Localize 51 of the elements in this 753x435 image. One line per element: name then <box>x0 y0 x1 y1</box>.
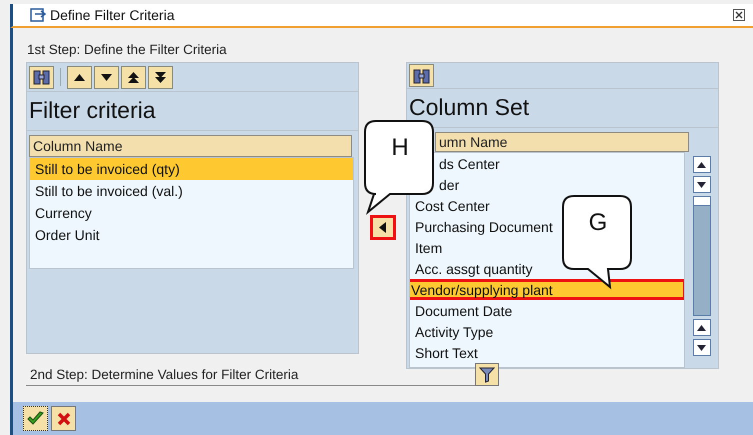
list-row[interactable]: der <box>434 174 464 195</box>
find-button[interactable] <box>29 66 54 88</box>
close-icon[interactable] <box>733 9 745 21</box>
scroll-up-icon <box>697 162 706 168</box>
cancel-button[interactable] <box>51 406 76 431</box>
scroll-up-button[interactable] <box>692 319 710 336</box>
step-label: 2nd Step: Determine Values for Filter Criteria <box>26 367 475 386</box>
list-row[interactable]: Activity Type <box>410 321 498 342</box>
binoculars-icon <box>33 69 50 85</box>
list-row[interactable]: Vendor/supplying plant <box>410 279 684 300</box>
callout-label: G <box>588 209 608 237</box>
scroll-up-button[interactable] <box>692 156 710 173</box>
column-header[interactable]: Column Name <box>29 135 352 157</box>
list-row[interactable]: Still to be invoiced (val.) <box>30 180 188 202</box>
find-button[interactable] <box>409 64 434 88</box>
list-row[interactable]: Purchasing Document <box>410 216 558 237</box>
move-up-button[interactable] <box>67 66 92 88</box>
confirm-button[interactable] <box>23 406 48 431</box>
checkmark-icon <box>27 411 44 426</box>
move-bottom-button[interactable] <box>148 66 173 88</box>
double-down-arrow-icon <box>154 70 167 84</box>
filter-button[interactable] <box>475 363 499 386</box>
scroll-down-button[interactable] <box>692 339 710 356</box>
double-up-arrow-icon <box>127 70 140 84</box>
close-icon <box>56 412 70 426</box>
scrollbar-track[interactable] <box>692 196 710 316</box>
move-top-button[interactable] <box>121 66 146 88</box>
list-row[interactable]: Acc. assgt quantity <box>410 258 538 279</box>
list-row[interactable]: Cost Center <box>410 195 495 216</box>
window-icon <box>30 8 46 22</box>
scroll-down-icon <box>697 344 706 350</box>
scrollbar-thumb[interactable] <box>694 197 710 206</box>
list-row[interactable]: Still to be invoiced (qty) <box>30 158 353 180</box>
binoculars-icon <box>413 68 430 84</box>
scroll-up-icon <box>697 324 706 330</box>
scroll-down-button[interactable] <box>692 176 710 193</box>
column-header[interactable]: umn Name <box>435 132 689 152</box>
move-down-button[interactable] <box>94 66 119 88</box>
list-row[interactable]: Order Unit <box>30 224 105 246</box>
move-left-button[interactable] <box>370 215 396 240</box>
list-row[interactable]: Document Date <box>410 300 518 321</box>
list-row[interactable]: Item <box>410 237 448 258</box>
list-row[interactable]: Currency <box>30 202 97 224</box>
window-title: Define Filter Criteria <box>50 7 176 23</box>
list-row[interactable]: ds Center <box>434 153 505 174</box>
scroll-down-icon <box>697 182 706 188</box>
callout-label: H <box>390 134 410 162</box>
step-label: 1st Step: Define the Filter Criteria <box>26 41 228 59</box>
left-arrow-icon <box>379 222 386 233</box>
list-row[interactable]: Short Text <box>410 342 483 363</box>
panel-title: Filter criteria <box>27 92 358 131</box>
